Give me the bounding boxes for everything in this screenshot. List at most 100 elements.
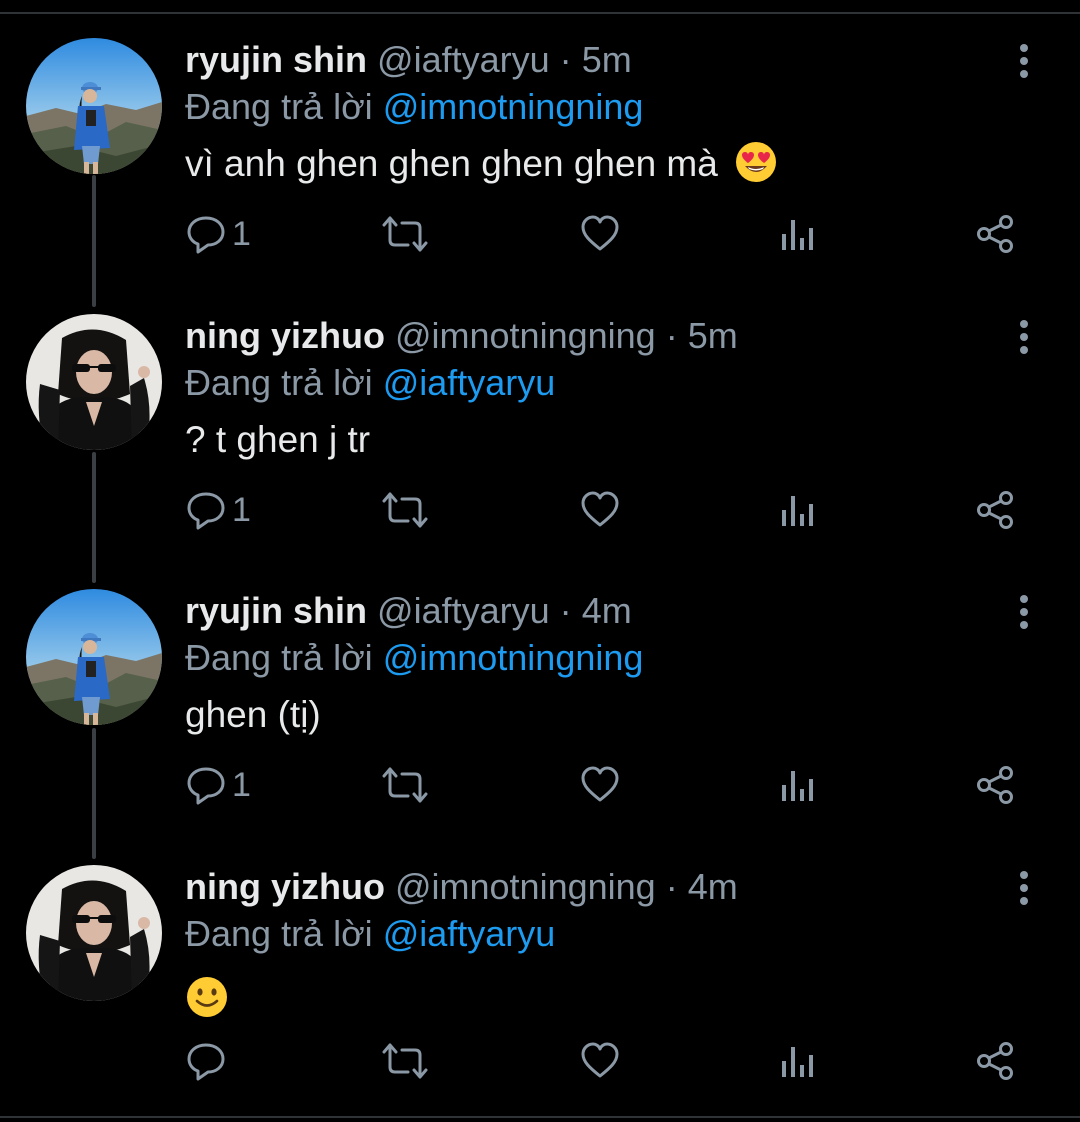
more-options-button[interactable] — [1008, 869, 1040, 909]
heart-icon — [581, 215, 619, 251]
more-vertical-icon — [1020, 871, 1028, 905]
replying-to: Đang trả lời @imnotningning — [185, 85, 643, 129]
share-icon — [977, 215, 1013, 253]
retweet-button[interactable] — [382, 204, 428, 264]
share-icon — [977, 491, 1013, 529]
like-button[interactable] — [580, 755, 620, 815]
like-button[interactable] — [580, 1031, 620, 1091]
user-handle[interactable]: @iaftyaryu — [377, 590, 550, 631]
timestamp[interactable]: 5m — [688, 315, 738, 356]
display-name[interactable]: ryujin shin — [185, 39, 367, 80]
user-handle[interactable]: @imnotningning — [395, 866, 656, 907]
more-vertical-icon — [1020, 320, 1028, 354]
timestamp[interactable]: 4m — [582, 590, 632, 631]
ryujin-avatar — [26, 38, 162, 174]
user-handle[interactable]: @iaftyaryu — [377, 39, 550, 80]
retweet-button[interactable] — [382, 480, 428, 540]
reply-button[interactable]: 1 — [186, 204, 251, 264]
mention-link[interactable]: @imnotningning — [383, 637, 644, 678]
share-button[interactable] — [975, 480, 1015, 540]
reply-count: 1 — [232, 214, 251, 253]
slightly-smiling-face-icon — [185, 975, 229, 1031]
replying-to: Đang trả lời @iaftyaryu — [185, 912, 555, 956]
share-icon — [977, 766, 1013, 804]
tweet-text: ? t ghen j tr — [185, 416, 370, 464]
heart-icon — [581, 766, 619, 802]
tweet-text: ghen (tị) — [185, 691, 321, 739]
reply-button[interactable] — [186, 1031, 232, 1091]
like-button[interactable] — [580, 204, 620, 264]
more-options-button[interactable] — [1008, 318, 1040, 358]
ryujin-avatar — [26, 589, 162, 725]
timestamp[interactable]: 5m — [582, 39, 632, 80]
reply-count: 1 — [232, 765, 251, 804]
share-button[interactable] — [975, 755, 1015, 815]
timestamp[interactable]: 4m — [688, 866, 738, 907]
tweet-actions — [0, 1031, 1080, 1091]
retweet-button[interactable] — [382, 755, 428, 815]
tweet-text-content: vì anh ghen ghen ghen ghen mà — [185, 143, 718, 184]
tweet-text-content: ghen (tị) — [185, 694, 321, 735]
separator-dot: · — [665, 315, 678, 356]
tweet[interactable]: ning yizhuo @imnotningning · 5m Đang trả… — [0, 290, 1080, 566]
tweet-header: ryujin shin @iaftyaryu · 5m — [185, 38, 632, 82]
analytics-icon — [782, 771, 813, 801]
reply-icon — [187, 767, 225, 805]
more-vertical-icon — [1020, 44, 1028, 78]
reply-count: 1 — [232, 490, 251, 529]
tweet-header: ning yizhuo @imnotningning · 5m — [185, 314, 738, 358]
tweet-actions: 1 — [0, 480, 1080, 540]
replying-to: Đang trả lời @imnotningning — [185, 636, 643, 680]
avatar[interactable] — [26, 865, 162, 1001]
display-name[interactable]: ning yizhuo — [185, 866, 385, 907]
reply-button[interactable]: 1 — [186, 480, 251, 540]
mention-link[interactable]: @iaftyaryu — [383, 913, 556, 954]
bottom-divider — [0, 1116, 1080, 1118]
separator-dot: · — [665, 866, 678, 907]
views-button[interactable] — [780, 480, 816, 540]
separator-dot: · — [559, 590, 572, 631]
heart-icon — [581, 491, 619, 527]
retweet-button[interactable] — [382, 1031, 428, 1091]
mention-link[interactable]: @iaftyaryu — [383, 362, 556, 403]
share-button[interactable] — [975, 204, 1015, 264]
avatar[interactable] — [26, 589, 162, 725]
retweet-icon — [382, 216, 428, 252]
retweet-icon — [382, 492, 428, 528]
analytics-icon — [782, 1047, 813, 1077]
reply-icon — [187, 492, 225, 530]
share-icon — [977, 1042, 1013, 1080]
tweet-actions: 1 — [0, 204, 1080, 264]
display-name[interactable]: ning yizhuo — [185, 315, 385, 356]
more-vertical-icon — [1020, 595, 1028, 629]
replying-prefix: Đang trả lời — [185, 362, 373, 403]
user-handle[interactable]: @imnotningning — [395, 315, 656, 356]
analytics-icon — [782, 496, 813, 526]
replying-to: Đang trả lời @iaftyaryu — [185, 361, 555, 405]
reply-button[interactable]: 1 — [186, 755, 251, 815]
tweet-header: ning yizhuo @imnotningning · 4m — [185, 865, 738, 909]
reply-icon — [187, 1043, 225, 1081]
like-button[interactable] — [580, 480, 620, 540]
tweet-text-content: ? t ghen j tr — [185, 419, 371, 460]
tweet-header: ryujin shin @iaftyaryu · 4m — [185, 589, 632, 633]
views-button[interactable] — [780, 1031, 816, 1091]
replying-prefix: Đang trả lời — [185, 86, 373, 127]
display-name[interactable]: ryujin shin — [185, 590, 367, 631]
tweet[interactable]: ning yizhuo @imnotningning · 4m Đang trả… — [0, 841, 1080, 1117]
avatar[interactable] — [26, 314, 162, 450]
reply-icon — [187, 216, 225, 254]
tweet-actions: 1 — [0, 755, 1080, 815]
avatar[interactable] — [26, 38, 162, 174]
mention-link[interactable]: @imnotningning — [383, 86, 644, 127]
more-options-button[interactable] — [1008, 42, 1040, 82]
ning-avatar — [26, 314, 162, 450]
tweet[interactable]: ryujin shin @iaftyaryu · 5m Đang trả lời… — [0, 14, 1080, 290]
share-button[interactable] — [975, 1031, 1015, 1091]
heart-icon — [581, 1042, 619, 1078]
views-button[interactable] — [780, 755, 816, 815]
views-button[interactable] — [780, 204, 816, 264]
more-options-button[interactable] — [1008, 593, 1040, 633]
heart-eyes-emoji-icon — [734, 140, 778, 196]
tweet[interactable]: ryujin shin @iaftyaryu · 4m Đang trả lời… — [0, 565, 1080, 841]
